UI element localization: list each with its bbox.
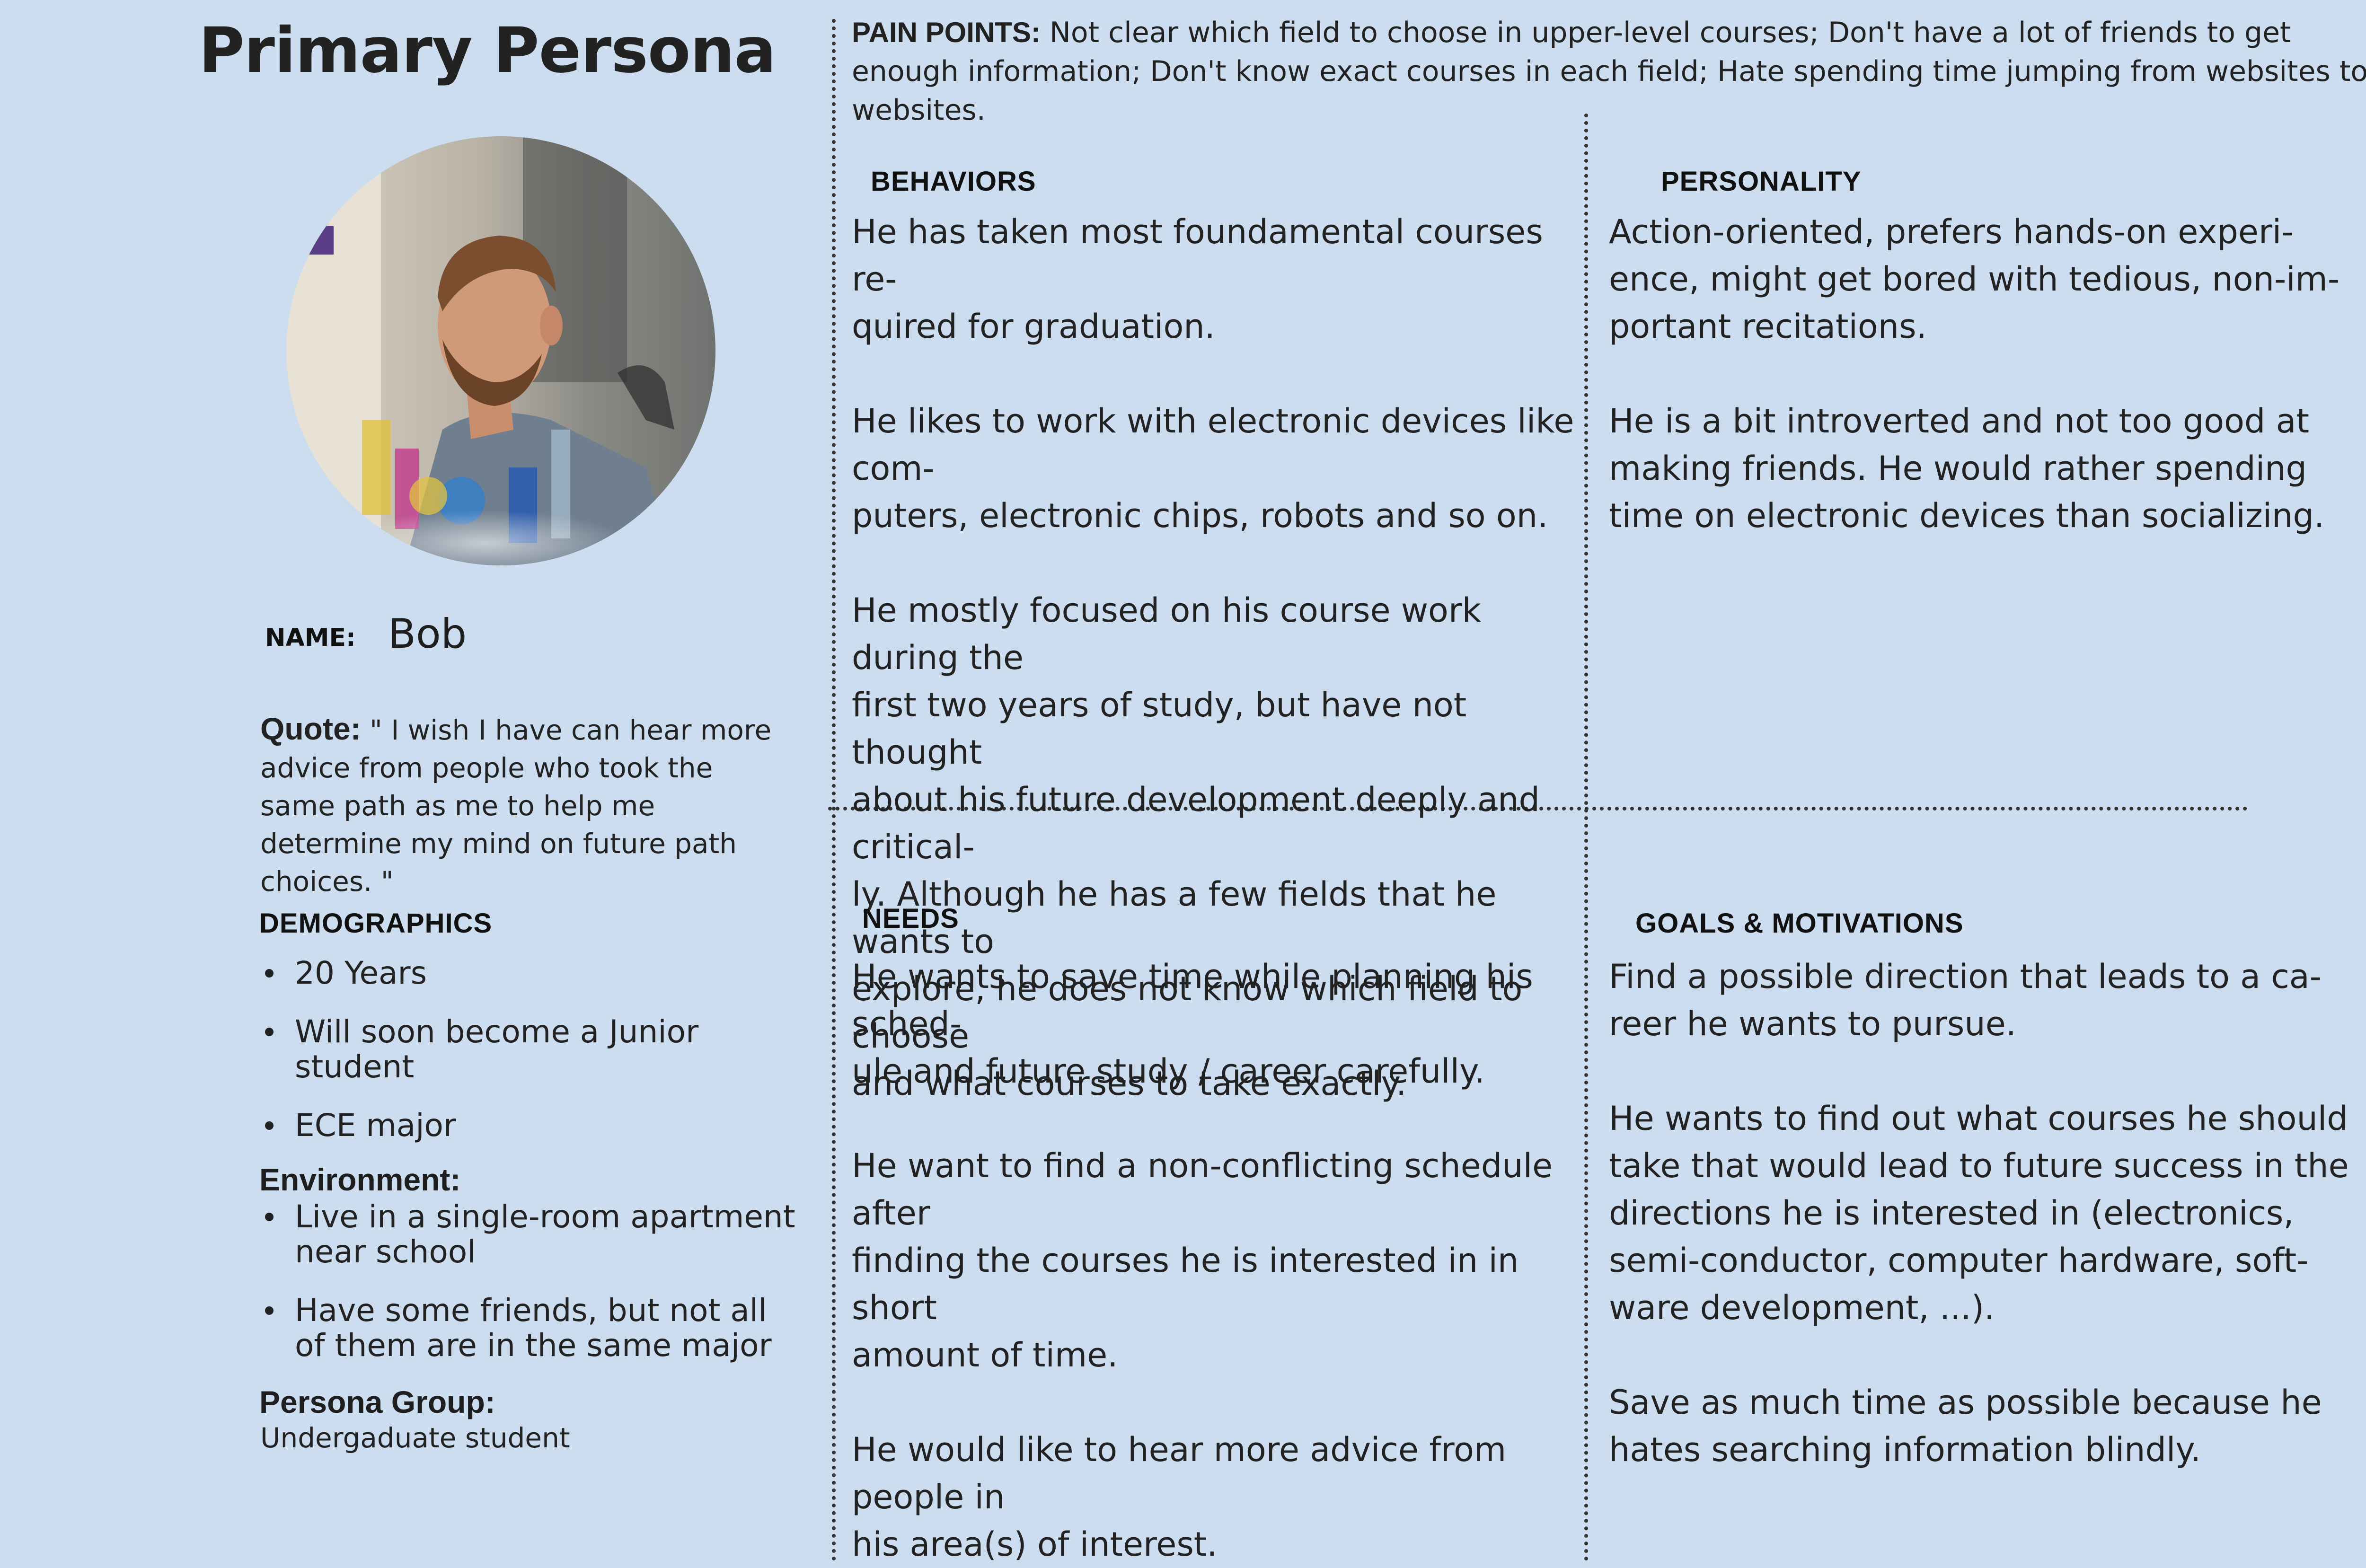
persona-group-value: Undergaduate student bbox=[260, 1422, 570, 1454]
list-item: Live in a single-room apartment near sch… bbox=[259, 1199, 803, 1269]
goals-text: Find a possible direction that leads to … bbox=[1609, 957, 2349, 1469]
personality-heading: PERSONALITY bbox=[1661, 166, 1862, 197]
list-item: 20 Years bbox=[259, 956, 803, 991]
environment-heading: Environment: bbox=[259, 1162, 461, 1197]
pain-points: PAIN POINTS: Not clear which field to ch… bbox=[852, 13, 2366, 130]
quote-label: Quote: bbox=[260, 711, 361, 746]
list-item: ECE major bbox=[259, 1108, 803, 1143]
demographics-list: 20 Years Will soon become a Junior stude… bbox=[259, 956, 803, 1167]
vertical-divider-left bbox=[832, 19, 836, 1561]
environment-list: Live in a single-room apartment near sch… bbox=[259, 1199, 803, 1387]
persona-photo bbox=[286, 136, 715, 565]
needs-heading: NEEDS bbox=[862, 903, 959, 934]
needs-text: He wants to save time while planning his… bbox=[852, 957, 1553, 1564]
name-label: NAME: bbox=[265, 624, 356, 652]
pain-points-label: PAIN POINTS: bbox=[852, 17, 1041, 48]
page-title: Primary Persona bbox=[199, 14, 776, 87]
list-item: Have some friends, but not all of them a… bbox=[259, 1293, 803, 1363]
persona-photo-illustration bbox=[286, 136, 715, 565]
goals-heading: GOALS & MOTIVATIONS bbox=[1635, 908, 1964, 939]
persona-group-heading: Persona Group: bbox=[259, 1384, 495, 1419]
personality-text: Action-oriented, prefers hands-on experi… bbox=[1609, 212, 2340, 535]
behaviors-heading: BEHAVIORS bbox=[871, 166, 1036, 197]
demographics-heading: DEMOGRAPHICS bbox=[259, 908, 493, 939]
list-item: Will soon become a Junior student bbox=[259, 1014, 803, 1084]
persona-name: Bob bbox=[388, 610, 467, 658]
persona-quote: Quote: " I wish I have can hear more adv… bbox=[260, 710, 790, 900]
pain-points-text: Not clear which field to choose in upper… bbox=[852, 16, 2366, 127]
